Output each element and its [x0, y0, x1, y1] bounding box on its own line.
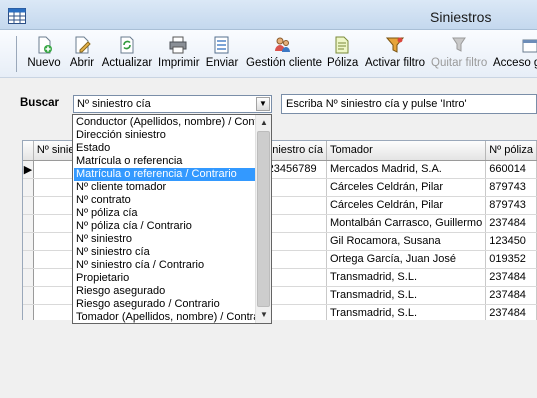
- gestion-cliente-button[interactable]: Gestión cliente: [246, 36, 323, 74]
- table-cell[interactable]: 660014: [485, 160, 537, 179]
- table-cell[interactable]: Transmadrid, S.L.: [326, 268, 487, 287]
- column-header-tomador[interactable]: Tomador: [326, 141, 487, 161]
- dropdown-option[interactable]: Riesgo asegurado / Contrario: [74, 298, 256, 311]
- dropdown-option[interactable]: Propietario: [74, 272, 256, 285]
- open-edit-icon: [75, 36, 91, 54]
- remove-filter-icon: [452, 37, 466, 52]
- enviar-label: Enviar: [205, 57, 239, 69]
- table-cell[interactable]: Cárceles Celdrán, Pilar: [326, 196, 487, 215]
- dropdown-option[interactable]: Nº contrato: [74, 194, 256, 207]
- scroll-down-icon[interactable]: ▼: [257, 308, 271, 322]
- activar-filtro-button[interactable]: Activar filtro: [365, 36, 425, 74]
- search-field-value: Nº siniestro cía: [77, 98, 151, 110]
- row-selector: [23, 196, 34, 215]
- table-cell[interactable]: 237484: [485, 268, 537, 287]
- search-field-combobox[interactable]: Nº siniestro cía ▼: [73, 95, 272, 113]
- dropdown-option[interactable]: Nº siniestro: [74, 233, 256, 246]
- column-header-poliza[interactable]: Nº póliza: [485, 141, 537, 161]
- row-selector: [23, 268, 34, 287]
- table-cell[interactable]: 123450: [485, 232, 537, 251]
- dropdown-option[interactable]: Matrícula o referencia: [74, 155, 256, 168]
- table-cell[interactable]: Transmadrid, S.L.: [326, 304, 487, 320]
- window-title: Siniestros: [430, 9, 492, 25]
- search-input[interactable]: Escriba Nº siniestro cía y pulse 'Intro': [281, 94, 537, 114]
- activar-filtro-label: Activar filtro: [365, 57, 426, 69]
- gestion-cliente-label: Gestión cliente: [246, 57, 323, 69]
- table-cell[interactable]: Montalbán Carrasco, Guillermo: [326, 214, 487, 233]
- dropdown-option[interactable]: Riesgo asegurado: [74, 285, 256, 298]
- imprimir-label: Imprimir: [158, 57, 200, 69]
- acceso-button[interactable]: Acceso g: [493, 36, 537, 74]
- poliza-button[interactable]: Póliza: [327, 36, 359, 74]
- abrir-label: Abrir: [69, 57, 95, 69]
- dropdown-option[interactable]: Tomador (Apellidos, nombre) / Contrario: [74, 311, 256, 324]
- current-row-arrow-icon: ▶: [23, 160, 34, 179]
- table-cell[interactable]: Mercados Madrid, S.A.: [326, 160, 487, 179]
- quitar-filtro-button[interactable]: Quitar filtro: [431, 36, 487, 74]
- access-icon: [522, 39, 537, 53]
- client-icon: [275, 37, 290, 52]
- table-cell[interactable]: 237484: [485, 286, 537, 305]
- toolbar-separator: [16, 36, 17, 72]
- actualizar-label: Actualizar: [101, 57, 153, 69]
- new-document-icon: [38, 36, 52, 54]
- row-selector: [23, 232, 34, 251]
- title-bar: Siniestros: [0, 0, 537, 30]
- row-selector-header: [23, 141, 34, 161]
- row-selector: [23, 304, 34, 320]
- policy-icon: [335, 36, 349, 54]
- filter-icon: [386, 37, 404, 53]
- row-selector: [23, 250, 34, 269]
- nuevo-label: Nuevo: [27, 57, 61, 69]
- poliza-label: Póliza: [327, 57, 359, 69]
- chevron-down-icon[interactable]: ▼: [256, 97, 270, 111]
- acceso-label: Acceso g: [493, 57, 537, 69]
- app-table-icon: [8, 8, 26, 24]
- table-cell[interactable]: Gil Rocamora, Susana: [326, 232, 487, 251]
- nuevo-button[interactable]: Nuevo: [26, 36, 62, 74]
- quitar-filtro-label: Quitar filtro: [431, 57, 488, 69]
- row-selector: [23, 286, 34, 305]
- enviar-button[interactable]: Enviar: [204, 36, 240, 74]
- scroll-up-icon[interactable]: ▲: [257, 116, 271, 130]
- dropdown-option[interactable]: Nº siniestro cía: [74, 246, 256, 259]
- table-cell[interactable]: 879743: [485, 178, 537, 197]
- refresh-icon: [120, 36, 134, 54]
- scrollbar-thumb[interactable]: [257, 131, 270, 307]
- row-selector: [23, 178, 34, 197]
- dropdown-option[interactable]: Nº póliza cía / Contrario: [74, 220, 256, 233]
- table-cell[interactable]: 237484: [485, 304, 537, 320]
- buscar-label: Buscar: [20, 97, 59, 109]
- imprimir-button[interactable]: Imprimir: [158, 36, 200, 74]
- dropdown-option[interactable]: Nº póliza cía: [74, 207, 256, 220]
- dropdown-option[interactable]: Estado: [74, 142, 256, 155]
- dropdown-option-highlighted[interactable]: Matrícula o referencia / Contrario: [74, 168, 256, 181]
- dropdown-option[interactable]: Nº siniestro cía / Contrario: [74, 259, 256, 272]
- actualizar-button[interactable]: Actualizar: [101, 36, 153, 74]
- table-cell[interactable]: Transmadrid, S.L.: [326, 286, 487, 305]
- search-field-dropdown-list: Conductor (Apellidos, nombre) / Contrari…: [72, 114, 272, 324]
- abrir-button[interactable]: Abrir: [67, 36, 97, 74]
- dropdown-option[interactable]: Dirección siniestro: [74, 129, 256, 142]
- dropdown-scrollbar[interactable]: ▲ ▼: [255, 115, 271, 323]
- table-cell[interactable]: 019352: [485, 250, 537, 269]
- table-cell[interactable]: 237484: [485, 214, 537, 233]
- toolbar: Nuevo Abrir Actualizar Imprimir Enviar G…: [0, 30, 537, 78]
- table-cell[interactable]: 879743: [485, 196, 537, 215]
- row-selector: [23, 214, 34, 233]
- printer-icon: [169, 36, 187, 54]
- dropdown-option[interactable]: Nº cliente tomador: [74, 181, 256, 194]
- dropdown-option[interactable]: Conductor (Apellidos, nombre) / Contrari…: [74, 116, 256, 129]
- send-icon: [214, 36, 229, 54]
- table-cell[interactable]: Ortega García, Juan José: [326, 250, 487, 269]
- table-cell[interactable]: Cárceles Celdrán, Pilar: [326, 178, 487, 197]
